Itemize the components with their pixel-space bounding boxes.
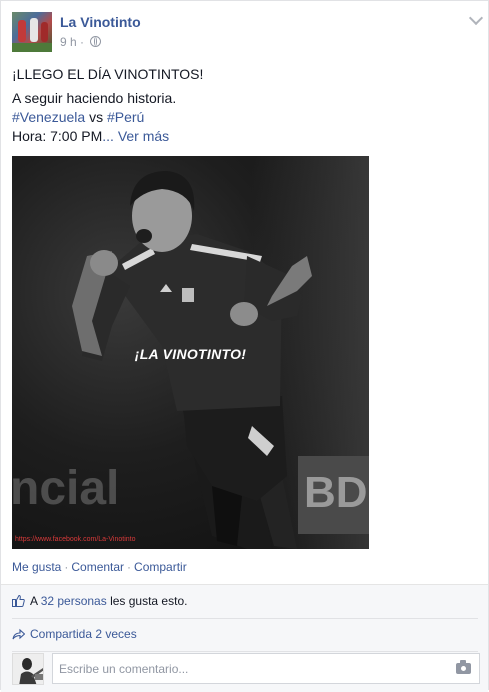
comment-box[interactable]: [52, 653, 480, 684]
action-separator: ·: [64, 560, 69, 574]
chevron-down-icon[interactable]: [468, 10, 484, 26]
post-timestamp[interactable]: 9 h: [60, 35, 77, 49]
share-button[interactable]: Compartir: [134, 560, 187, 574]
post-text-line: Hora: 7:00 PM... Ver más: [12, 127, 169, 146]
camera-icon[interactable]: [456, 660, 471, 674]
divider: [12, 651, 478, 652]
page-avatar[interactable]: [12, 12, 52, 52]
page-name-link[interactable]: La Vinotinto: [60, 14, 141, 30]
hora-text: Hora: 7:00 PM: [12, 128, 103, 144]
hashtag-link[interactable]: #Perú: [107, 109, 144, 125]
like-button[interactable]: Me gusta: [12, 560, 61, 574]
likes-count-link[interactable]: 32 personas: [41, 594, 107, 608]
ellipsis: ...: [102, 128, 114, 144]
meta-separator: ·: [80, 35, 85, 49]
avatar-figure: [18, 20, 26, 42]
comment-input[interactable]: [59, 660, 439, 678]
shares-text: Compartida 2 veces: [30, 627, 137, 641]
see-more-link[interactable]: Ver más: [118, 128, 169, 144]
post-photo[interactable]: ncial BD ¡LA VINOTINTO! https://www.face…: [12, 156, 369, 549]
user-avatar-image: [13, 654, 43, 684]
post-meta: 9 h ·: [60, 35, 102, 49]
photo-watermark: https://www.facebook.com/La-Vinotinto: [15, 536, 136, 543]
thumbs-up-icon: [12, 594, 25, 607]
avatar-figure: [41, 22, 48, 42]
likes-summary: A 32 personas les gusta esto.: [12, 594, 187, 608]
post-text-line: #Venezuela vs #Perú: [12, 108, 144, 127]
comment-button[interactable]: Comentar: [71, 560, 124, 574]
likes-suffix: les gusta esto.: [106, 594, 188, 608]
divider: [12, 618, 478, 619]
post-footer: A 32 personas les gusta esto. Compartida…: [1, 584, 488, 692]
feed-post: La Vinotinto 9 h · ¡LLEGO EL DÍA VINOTIN…: [0, 0, 489, 692]
photo-overlay-text: ¡LA VINOTINTO!: [134, 346, 247, 362]
action-separator: ·: [127, 560, 132, 574]
globe-icon[interactable]: [90, 36, 102, 47]
share-arrow-icon: [12, 628, 25, 640]
vs-text: vs: [85, 109, 107, 125]
post-headline: ¡LLEGO EL DÍA VINOTINTOS!: [12, 66, 204, 82]
shares-link[interactable]: Compartida 2 veces: [12, 627, 137, 641]
hashtag-link[interactable]: #Venezuela: [12, 109, 85, 125]
avatar-field: [12, 43, 52, 52]
user-avatar[interactable]: [12, 653, 44, 685]
post-actions: Me gusta · Comentar · Compartir: [12, 560, 187, 574]
avatar-figure: [30, 18, 38, 42]
post-text-line: A seguir haciendo historia.: [12, 90, 177, 106]
likes-prefix: A: [30, 594, 41, 608]
